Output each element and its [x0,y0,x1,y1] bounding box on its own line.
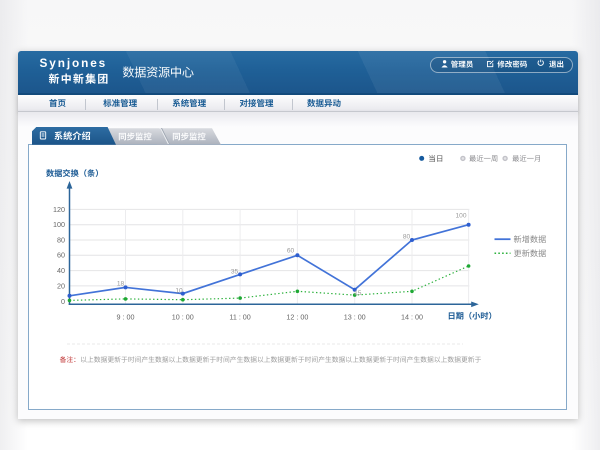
svg-text:80: 80 [57,235,65,244]
svg-text:10: 10 [175,287,183,294]
svg-text:11 : 00: 11 : 00 [229,313,250,322]
svg-text:13 : 00: 13 : 00 [344,313,366,322]
svg-text:12 : 00: 12 : 00 [286,313,308,322]
svg-text:9 : 00: 9 : 00 [117,313,135,322]
svg-text:18: 18 [117,280,125,287]
svg-text:35: 35 [231,269,239,276]
svg-text:20: 20 [57,281,65,290]
svg-text:60: 60 [57,251,65,260]
svg-text:80: 80 [403,234,411,241]
svg-text:40: 40 [57,266,65,275]
svg-text:10 : 00: 10 : 00 [172,313,194,322]
svg-text:100: 100 [53,220,65,229]
svg-text:100: 100 [455,213,466,220]
svg-text:14 : 00: 14 : 00 [401,313,423,322]
svg-text:60: 60 [287,247,295,254]
svg-text:120: 120 [53,205,65,214]
svg-text:0: 0 [61,297,65,306]
svg-text:15: 15 [354,290,362,297]
